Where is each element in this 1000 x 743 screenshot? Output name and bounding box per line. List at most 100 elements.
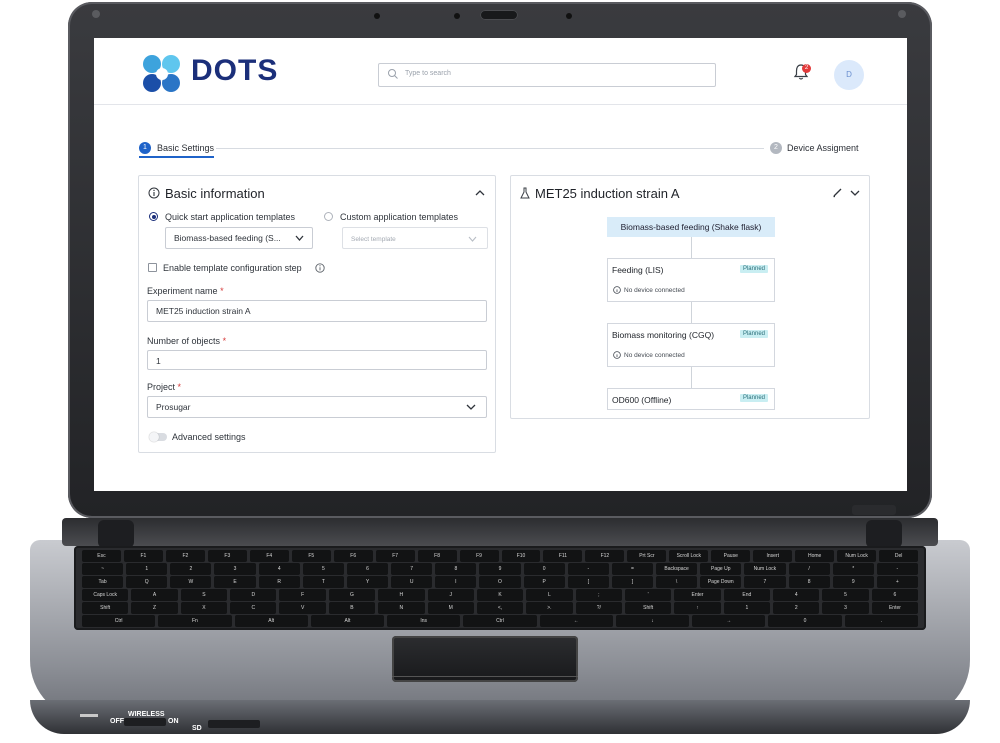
enable-template-checkbox[interactable]: [148, 263, 157, 272]
keyboard-key[interactable]: Scroll Lock: [669, 550, 709, 562]
keyboard-key[interactable]: Del: [879, 550, 919, 562]
keyboard-key[interactable]: →: [692, 615, 766, 627]
keyboard-key[interactable]: Page Down: [700, 576, 742, 588]
keyboard-key[interactable]: S: [180, 589, 228, 601]
keyboard-key[interactable]: >.: [526, 602, 573, 614]
keyboard-key[interactable]: 8: [435, 563, 477, 575]
keyboard-key[interactable]: F1: [123, 550, 163, 562]
project-select[interactable]: Prosugar: [147, 396, 487, 418]
keyboard-key[interactable]: 1: [723, 602, 771, 614]
keyboard-key[interactable]: 9: [832, 576, 874, 588]
keyboard-key[interactable]: <,: [476, 602, 524, 614]
keyboard-key[interactable]: -: [876, 563, 918, 575]
keyboard-key[interactable]: *: [832, 563, 874, 575]
keyboard-key[interactable]: L: [526, 589, 573, 601]
custom-template-radio[interactable]: [324, 212, 333, 221]
advanced-settings-toggle[interactable]: [149, 432, 167, 442]
keyboard-key[interactable]: 0: [768, 615, 842, 627]
keyboard-key[interactable]: Shift: [82, 602, 129, 614]
keyboard-key[interactable]: F3: [207, 550, 247, 562]
keyboard-key[interactable]: P: [523, 576, 565, 588]
keyboard-key[interactable]: 2: [170, 563, 212, 575]
keyboard-key[interactable]: Tab: [82, 576, 124, 588]
keyboard-key[interactable]: F2: [165, 550, 205, 562]
quick-start-radio[interactable]: [149, 212, 158, 221]
keyboard-key[interactable]: /: [788, 563, 830, 575]
keyboard-key[interactable]: [: [567, 576, 609, 588]
step-basic-settings[interactable]: Basic Settings: [157, 143, 214, 153]
keyboard-key[interactable]: 4: [773, 589, 820, 601]
keyboard-key[interactable]: Alt: [234, 615, 308, 627]
quick-start-select[interactable]: Biomass-based feeding (S...: [165, 227, 313, 249]
keyboard-key[interactable]: F6: [333, 550, 373, 562]
keyboard-key[interactable]: Num Lock: [744, 563, 786, 575]
keyboard-key[interactable]: ↓: [615, 615, 690, 627]
info-icon[interactable]: [315, 263, 325, 273]
keyboard-key[interactable]: Backspace: [656, 563, 698, 575]
keyboard-key[interactable]: F4: [249, 550, 289, 562]
keyboard-key[interactable]: F: [279, 589, 326, 601]
keyboard-key[interactable]: F5: [291, 550, 331, 562]
sd-card-slot[interactable]: [208, 720, 260, 728]
keyboard-key[interactable]: 8: [788, 576, 830, 588]
keyboard-key[interactable]: 7: [391, 563, 433, 575]
keyboard-key[interactable]: E: [214, 576, 256, 588]
keyboard-key[interactable]: Insert: [753, 550, 793, 562]
step-number[interactable]: 2: [770, 142, 782, 154]
step-device-assignment[interactable]: Device Assigment: [787, 143, 859, 153]
objects-field[interactable]: 1: [147, 350, 487, 370]
keyboard-key[interactable]: 5: [302, 563, 344, 575]
keyboard-key[interactable]: ↑: [674, 602, 721, 614]
edit-icon[interactable]: [832, 187, 843, 198]
keyboard-key[interactable]: N: [378, 602, 425, 614]
keyboard-key[interactable]: F9: [459, 550, 499, 562]
keyboard-key[interactable]: H: [378, 589, 425, 601]
wireless-switch[interactable]: [124, 718, 166, 726]
keyboard-key[interactable]: Ctrl: [463, 615, 537, 627]
keyboard-key[interactable]: V: [279, 602, 326, 614]
keyboard-key[interactable]: J: [427, 589, 474, 601]
keyboard-key[interactable]: 3: [822, 602, 869, 614]
keyboard-key[interactable]: ?/: [575, 602, 622, 614]
keyboard-key[interactable]: Caps Lock: [82, 589, 129, 601]
keyboard-key[interactable]: -: [567, 563, 609, 575]
keyboard-key[interactable]: 2: [773, 602, 820, 614]
power-button[interactable]: [852, 505, 896, 515]
keyboard-key[interactable]: F10: [501, 550, 541, 562]
keyboard-key[interactable]: M: [427, 602, 474, 614]
workflow-node[interactable]: OD600 (Offline) Planned: [607, 388, 775, 410]
keyboard-key[interactable]: Enter: [871, 602, 919, 614]
keyboard-key[interactable]: D: [230, 589, 277, 601]
chevron-up-icon[interactable]: [475, 189, 485, 197]
experiment-name-field[interactable]: MET25 induction strain A: [147, 300, 487, 322]
keyboard-key[interactable]: Shift: [624, 602, 672, 614]
keyboard-key[interactable]: Ins: [387, 615, 461, 627]
keyboard-key[interactable]: Q: [126, 576, 168, 588]
keyboard-key[interactable]: Home: [795, 550, 835, 562]
keyboard-key[interactable]: F7: [375, 550, 415, 562]
keyboard-key[interactable]: Pause: [711, 550, 751, 562]
workflow-node[interactable]: Biomass monitoring (CGQ) Planned No devi…: [607, 323, 775, 367]
keyboard-key[interactable]: ': [624, 589, 672, 601]
keyboard-key[interactable]: X: [180, 602, 228, 614]
keyboard-key[interactable]: 3: [214, 563, 256, 575]
keyboard-key[interactable]: K: [476, 589, 524, 601]
keyboard-key[interactable]: 4: [258, 563, 300, 575]
keyboard-key[interactable]: Z: [131, 602, 178, 614]
keyboard-key[interactable]: B: [328, 602, 376, 614]
workflow-node[interactable]: Feeding (LIS) Planned No device connecte…: [607, 258, 775, 302]
keyboard-key[interactable]: ~: [82, 563, 124, 575]
keyboard-key[interactable]: W: [170, 576, 212, 588]
keyboard-key[interactable]: 6: [346, 563, 389, 575]
step-number[interactable]: 1: [139, 142, 151, 154]
keyboard-key[interactable]: Page Up: [700, 563, 742, 575]
keyboard-key[interactable]: 5: [822, 589, 869, 601]
keyboard-key[interactable]: Y: [346, 576, 389, 588]
keyboard-key[interactable]: Enter: [674, 589, 721, 601]
keyboard-key[interactable]: F8: [417, 550, 457, 562]
keyboard-key[interactable]: =: [611, 563, 654, 575]
keyboard-key[interactable]: T: [302, 576, 344, 588]
keyboard-key[interactable]: C: [230, 602, 277, 614]
keyboard-key[interactable]: 6: [871, 589, 919, 601]
keyboard-key[interactable]: Num Lock: [837, 550, 877, 562]
